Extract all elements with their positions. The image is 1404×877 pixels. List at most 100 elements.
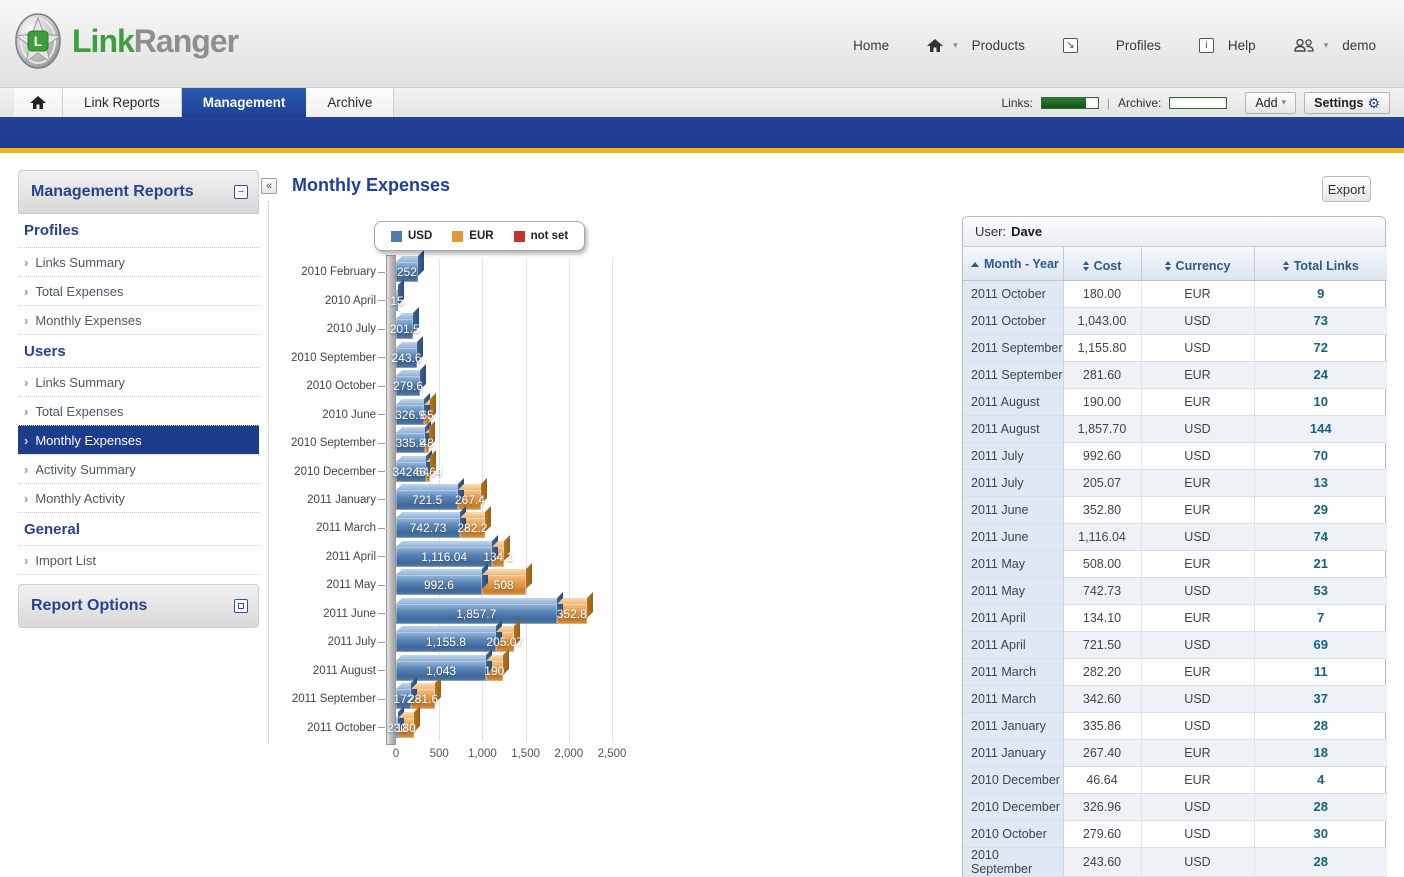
bar-segment-usd[interactable]: 742.73: [396, 518, 460, 538]
tab-link-reports[interactable]: Link Reports: [63, 88, 182, 117]
bar-segment-eur[interactable]: 48: [425, 433, 429, 453]
bar-segment-eur[interactable]: 180: [398, 718, 414, 738]
column-header-cost[interactable]: Cost: [1063, 247, 1141, 280]
sidebar-item-activity-summary[interactable]: ›Activity Summary: [18, 454, 259, 483]
table-row[interactable]: 2011 July205.07EUR13: [963, 469, 1387, 496]
table-row[interactable]: 2011 October1,043.00USD73: [963, 307, 1387, 334]
bar-segment-usd[interactable]: 1,043: [396, 661, 486, 681]
bar-segment-usd[interactable]: 201.5: [396, 319, 413, 339]
bar-segment-eur[interactable]: 267.4: [458, 490, 481, 510]
table-row[interactable]: 2010 October279.60USD30: [963, 820, 1387, 847]
nav-home-link[interactable]: Home: [849, 36, 893, 55]
bar-segment-usd[interactable]: 992.6: [396, 575, 482, 595]
chart-bar-2011-july[interactable]: 1,155.8205.07: [396, 632, 514, 652]
nav-user-menu[interactable]: demo: [1338, 36, 1380, 55]
chart-category-tick: [378, 300, 385, 301]
bar-segment-eur[interactable]: 282.2: [460, 518, 484, 538]
bar-segment-usd[interactable]: 15: [396, 291, 398, 311]
nav-products-link[interactable]: Products: [968, 36, 1029, 55]
table-row[interactable]: 2011 June1,116.04USD74: [963, 523, 1387, 550]
info-icon[interactable]: i: [1199, 38, 1214, 53]
bar-segment-eur[interactable]: 134.1: [492, 547, 504, 567]
chart-bar-2010-september[interactable]: 335.848: [396, 433, 429, 453]
chart-bar-2011-october[interactable]: 230180: [396, 718, 414, 738]
table-row[interactable]: 2011 September1,155.80USD72: [963, 334, 1387, 361]
home-icon[interactable]: [927, 39, 943, 53]
table-row[interactable]: 2011 April134.10EUR7: [963, 604, 1387, 631]
chart-bar-2010-september[interactable]: 243.6: [396, 348, 417, 368]
table-row[interactable]: 2011 July992.60USD70: [963, 442, 1387, 469]
nav-profiles-link[interactable]: Profiles: [1112, 36, 1165, 55]
tab-home[interactable]: [14, 88, 63, 117]
chart-bar-2010-june[interactable]: 326.965: [396, 405, 430, 425]
nav-help-link[interactable]: Help: [1224, 36, 1260, 55]
tab-management[interactable]: Management: [182, 88, 307, 117]
export-button[interactable]: Export: [1322, 176, 1371, 202]
column-header-currency[interactable]: Currency: [1141, 247, 1254, 280]
sidebar-item-monthly-expenses[interactable]: ›Monthly Expenses: [18, 305, 259, 334]
bar-segment-usd[interactable]: 279.6: [396, 376, 420, 396]
app-logo[interactable]: L LinkRanger: [12, 10, 238, 72]
bar-segment-eur[interactable]: 352.8: [557, 604, 587, 624]
sidebar-item-total-expenses[interactable]: ›Total Expenses: [18, 276, 259, 305]
column-header-month-year[interactable]: Month - Year: [963, 247, 1063, 280]
chart-bar-2011-march[interactable]: 742.73282.2: [396, 518, 485, 538]
sidebar-item-monthly-expenses[interactable]: ›Monthly Expenses: [18, 425, 259, 454]
chart-bar-2011-may[interactable]: 992.6508: [396, 575, 526, 595]
table-row[interactable]: 2011 September281.60EUR24: [963, 361, 1387, 388]
add-button[interactable]: Add▾: [1245, 92, 1296, 114]
chart-rows: 2010 February2522010 April152010 July201…: [270, 258, 670, 742]
bar-segment-eur[interactable]: 205.07: [496, 632, 514, 652]
chart-bar-2010-february[interactable]: 252: [396, 262, 418, 282]
bar-segment-eur[interactable]: 508: [482, 575, 526, 595]
bar-segment-eur[interactable]: 281.6: [411, 689, 435, 709]
table-row[interactable]: 2011 January335.86USD28: [963, 712, 1387, 739]
table-row[interactable]: 2011 October180.00EUR9: [963, 280, 1387, 307]
table-row[interactable]: 2010 December326.96USD28: [963, 793, 1387, 820]
chart-category-label: 2011 June: [270, 608, 376, 620]
home-dropdown-caret-icon[interactable]: ▾: [953, 40, 958, 51]
collapse-sidebar-icon[interactable]: «: [261, 178, 277, 194]
table-row[interactable]: 2011 August1,857.70USD144: [963, 415, 1387, 442]
chart-bar-2011-august[interactable]: 1,043190: [396, 661, 503, 681]
settings-button[interactable]: Settings⚙: [1304, 92, 1390, 114]
bar-segment-usd[interactable]: 1,857.7: [396, 604, 557, 624]
sidebar-splitter[interactable]: [268, 201, 269, 743]
collapse-panel-icon[interactable]: −: [234, 185, 248, 199]
sidebar-item-import-list[interactable]: ›Import List: [18, 545, 259, 574]
table-row[interactable]: 2011 March282.20EUR11: [963, 658, 1387, 685]
table-row[interactable]: 2011 June352.80EUR29: [963, 496, 1387, 523]
expand-panel-icon[interactable]: [234, 599, 248, 613]
table-row[interactable]: 2011 April721.50USD69: [963, 631, 1387, 658]
tab-archive[interactable]: Archive: [306, 88, 394, 117]
user-dropdown-caret-icon[interactable]: ▾: [1324, 40, 1329, 51]
table-row[interactable]: 2011 August190.00EUR10: [963, 388, 1387, 415]
bar-segment-usd[interactable]: 1,155.8: [396, 632, 496, 652]
chart-bar-2011-january[interactable]: 721.5267.4: [396, 490, 481, 510]
sidebar-item-links-summary[interactable]: ›Links Summary: [18, 367, 259, 396]
chart-bar-2010-july[interactable]: 201.5: [396, 319, 413, 339]
users-icon[interactable]: [1294, 39, 1314, 52]
table-row[interactable]: 2011 March342.60USD37: [963, 685, 1387, 712]
sidebar-item-monthly-activity[interactable]: ›Monthly Activity: [18, 483, 259, 512]
chart-bar-2010-december[interactable]: 342.6446.64: [396, 462, 430, 482]
bar-segment-eur[interactable]: 190: [486, 661, 502, 681]
legend-label: EUR: [469, 230, 493, 242]
sidebar-item-links-summary[interactable]: ›Links Summary: [18, 247, 259, 276]
chart-bar-2011-june[interactable]: 1,857.7352.8: [396, 604, 587, 624]
sidebar-item-total-expenses[interactable]: ›Total Expenses: [18, 396, 259, 425]
bar-segment-usd[interactable]: 1,116.04: [396, 547, 492, 567]
table-row[interactable]: 2011 May742.73USD53: [963, 577, 1387, 604]
column-header-total-links[interactable]: Total Links: [1254, 247, 1387, 280]
bar-segment-usd[interactable]: 721.5: [396, 490, 458, 510]
table-row[interactable]: 2011 January267.40EUR18: [963, 739, 1387, 766]
arrow-box-icon[interactable]: ↘: [1063, 38, 1078, 53]
chart-bar-2010-october[interactable]: 279.6: [396, 376, 420, 396]
bar-segment-usd[interactable]: 252: [396, 262, 418, 282]
bar-segment-usd[interactable]: 243.6: [396, 348, 417, 368]
chart-bar-2010-april[interactable]: 15: [396, 291, 398, 311]
table-row[interactable]: 2010 December46.64EUR4: [963, 766, 1387, 793]
table-row[interactable]: 2010 September243.60USD28: [963, 847, 1387, 876]
bar-segment-eur[interactable]: 46.64: [426, 462, 430, 482]
table-row[interactable]: 2011 May508.00EUR21: [963, 550, 1387, 577]
